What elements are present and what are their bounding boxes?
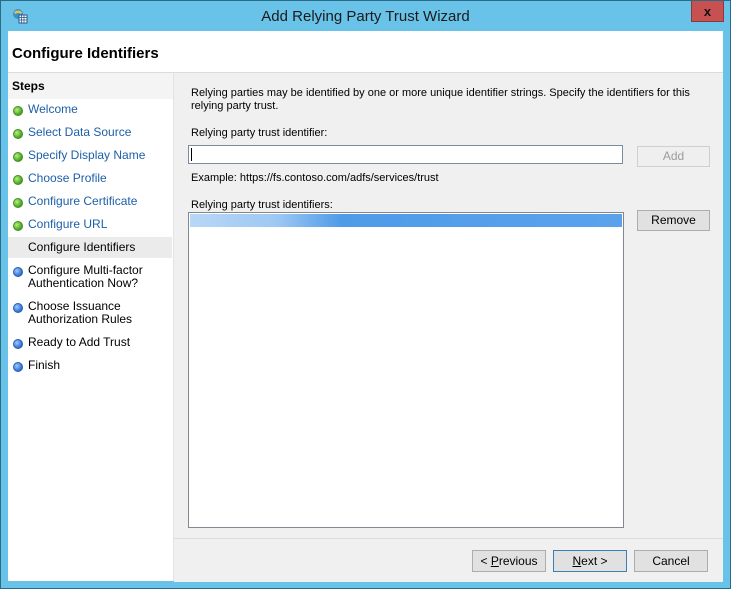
- step-label: Select Data Source: [28, 125, 132, 139]
- steps-heading: Steps: [12, 79, 45, 93]
- previous-button[interactable]: < Previous: [472, 550, 546, 572]
- step-item: Choose Issuance Authorization Rules: [8, 300, 172, 326]
- example-text: Example: https://fs.contoso.com/adfs/ser…: [191, 172, 439, 184]
- step-complete-icon: [13, 175, 23, 185]
- identifier-input[interactable]: [188, 145, 623, 164]
- text-caret: [191, 148, 192, 161]
- step-label: Choose Profile: [28, 171, 107, 185]
- step-label: Finish: [28, 358, 61, 372]
- step-item: Configure URL: [8, 218, 172, 231]
- add-button[interactable]: Add: [637, 146, 710, 167]
- previous-accesskey: P: [490, 554, 499, 568]
- step-item: Select Data Source: [8, 126, 172, 139]
- close-icon: x: [703, 3, 712, 19]
- step-item: Finish: [8, 359, 172, 372]
- step-complete-icon: [13, 244, 21, 252]
- close-button[interactable]: x: [691, 1, 724, 22]
- step-item: Configure Identifiers: [8, 237, 172, 258]
- step-item: Specify Display Name: [8, 149, 172, 162]
- step-complete-icon: [13, 198, 23, 208]
- list-item-selected[interactable]: [190, 214, 622, 227]
- next-rest: ext >: [581, 554, 608, 568]
- step-label: Configure Identifiers: [28, 240, 136, 254]
- step-pending-icon: [13, 267, 23, 277]
- page-header: Configure Identifiers: [8, 31, 723, 73]
- identifiers-label: Relying party trust identifiers:: [191, 199, 333, 211]
- step-item: Ready to Add Trust: [8, 336, 172, 349]
- next-accesskey: N: [572, 554, 582, 568]
- identifiers-list[interactable]: [188, 212, 624, 528]
- remove-button[interactable]: Remove: [637, 210, 710, 231]
- step-label: Configure Multi-factor Authentication No…: [28, 263, 143, 290]
- steps-panel: Steps Welcome Select Data Source Specify D…: [8, 73, 174, 581]
- step-pending-icon: [13, 339, 23, 349]
- cancel-button[interactable]: Cancel: [634, 550, 708, 572]
- previous-prefix: <: [480, 554, 491, 568]
- identifier-label: Relying party trust identifier:: [191, 127, 328, 139]
- step-label: Configure Certificate: [28, 194, 138, 208]
- page-title: Configure Identifiers: [12, 45, 159, 62]
- step-item: Welcome: [8, 103, 172, 116]
- main-panel: Relying parties may be identified by one…: [174, 73, 723, 538]
- footer-bar: < Previous Next > Cancel: [174, 538, 723, 582]
- step-item: Configure Certificate: [8, 195, 172, 208]
- step-label: Configure URL: [28, 217, 108, 231]
- window-title: Add Relying Party Trust Wizard: [261, 8, 470, 25]
- next-button[interactable]: Next >: [553, 550, 627, 572]
- step-label: Choose Issuance Authorization Rules: [28, 299, 133, 326]
- step-complete-icon: [13, 221, 23, 231]
- wizard-window: Add Relying Party Trust Wizard x Configu…: [0, 0, 731, 589]
- step-complete-icon: [13, 106, 23, 116]
- step-complete-icon: [13, 152, 23, 162]
- wizard-client: Configure Identifiers Steps Welcome Selec…: [8, 31, 723, 582]
- step-item: Choose Profile: [8, 172, 172, 185]
- description-text: Relying parties may be identified by one…: [191, 87, 690, 112]
- title-bar[interactable]: Add Relying Party Trust Wizard x: [1, 1, 730, 31]
- step-pending-icon: [13, 362, 23, 372]
- previous-rest: revious: [498, 554, 538, 568]
- step-pending-icon: [13, 303, 23, 313]
- step-complete-icon: [13, 129, 23, 139]
- step-label: Ready to Add Trust: [28, 335, 131, 349]
- step-item: Configure Multi-factor Authentication No…: [8, 264, 172, 290]
- step-label: Specify Display Name: [28, 148, 146, 162]
- step-label: Welcome: [28, 102, 78, 116]
